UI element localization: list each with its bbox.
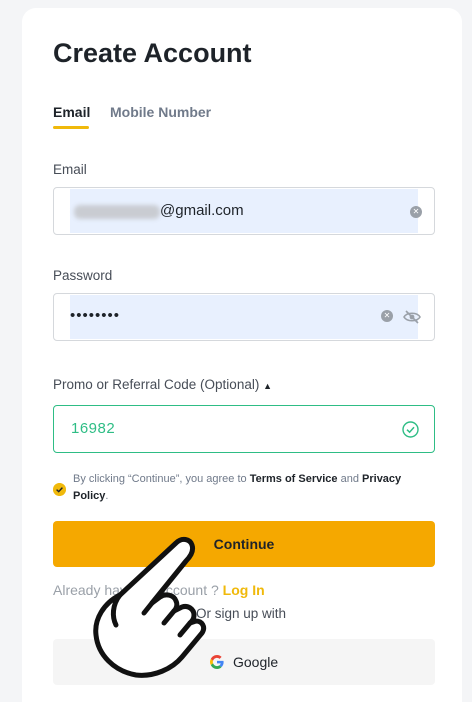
promo-label[interactable]: Promo or Referral Code (Optional) ▲ bbox=[53, 377, 272, 392]
autofill-highlight bbox=[70, 295, 418, 339]
promo-label-text: Promo or Referral Code (Optional) bbox=[53, 377, 260, 392]
continue-button[interactable]: Continue bbox=[53, 521, 435, 567]
email-value: @gmail.com bbox=[160, 202, 244, 219]
terms-of-service-link[interactable]: Terms of Service bbox=[250, 473, 338, 485]
password-field[interactable]: •••••••• ✕ bbox=[53, 293, 435, 341]
login-prompt: Already have an account ? Log In bbox=[53, 582, 265, 598]
google-label: Google bbox=[233, 654, 279, 670]
email-field[interactable]: @gmail.com ✕ bbox=[53, 187, 435, 235]
caret-up-icon[interactable]: ▲ bbox=[263, 381, 272, 391]
or-sign-up-with: Or sign up with bbox=[196, 606, 287, 621]
tab-mobile-number[interactable]: Mobile Number bbox=[110, 104, 211, 120]
password-label: Password bbox=[53, 268, 113, 283]
active-tab-indicator bbox=[53, 126, 89, 129]
promo-code-value: 16982 bbox=[71, 420, 116, 437]
google-signup-button[interactable]: Google bbox=[53, 639, 435, 685]
google-icon bbox=[210, 655, 224, 669]
page-title: Create Account bbox=[53, 38, 252, 68]
log-in-link[interactable]: Log In bbox=[223, 582, 265, 598]
login-prompt-text: Already have an account ? bbox=[53, 582, 223, 598]
agreement-checkbox[interactable] bbox=[53, 483, 66, 496]
tab-email[interactable]: Email bbox=[53, 104, 90, 120]
email-label: Email bbox=[53, 162, 87, 177]
eye-slash-icon[interactable] bbox=[403, 310, 421, 324]
password-value: •••••••• bbox=[70, 307, 121, 324]
agreement-prefix: By clicking “Continue”, you agree to bbox=[73, 473, 250, 485]
clear-icon[interactable]: ✕ bbox=[381, 310, 393, 322]
clear-icon[interactable]: ✕ bbox=[410, 206, 422, 218]
blurred-email-username bbox=[74, 205, 160, 219]
promo-code-field[interactable]: 16982 bbox=[53, 405, 435, 453]
agreement-text: By clicking “Continue”, you agree to Ter… bbox=[73, 471, 435, 505]
agreement-and: and bbox=[337, 473, 363, 485]
agreement-suffix: . bbox=[105, 490, 109, 502]
check-circle-icon bbox=[402, 421, 419, 438]
